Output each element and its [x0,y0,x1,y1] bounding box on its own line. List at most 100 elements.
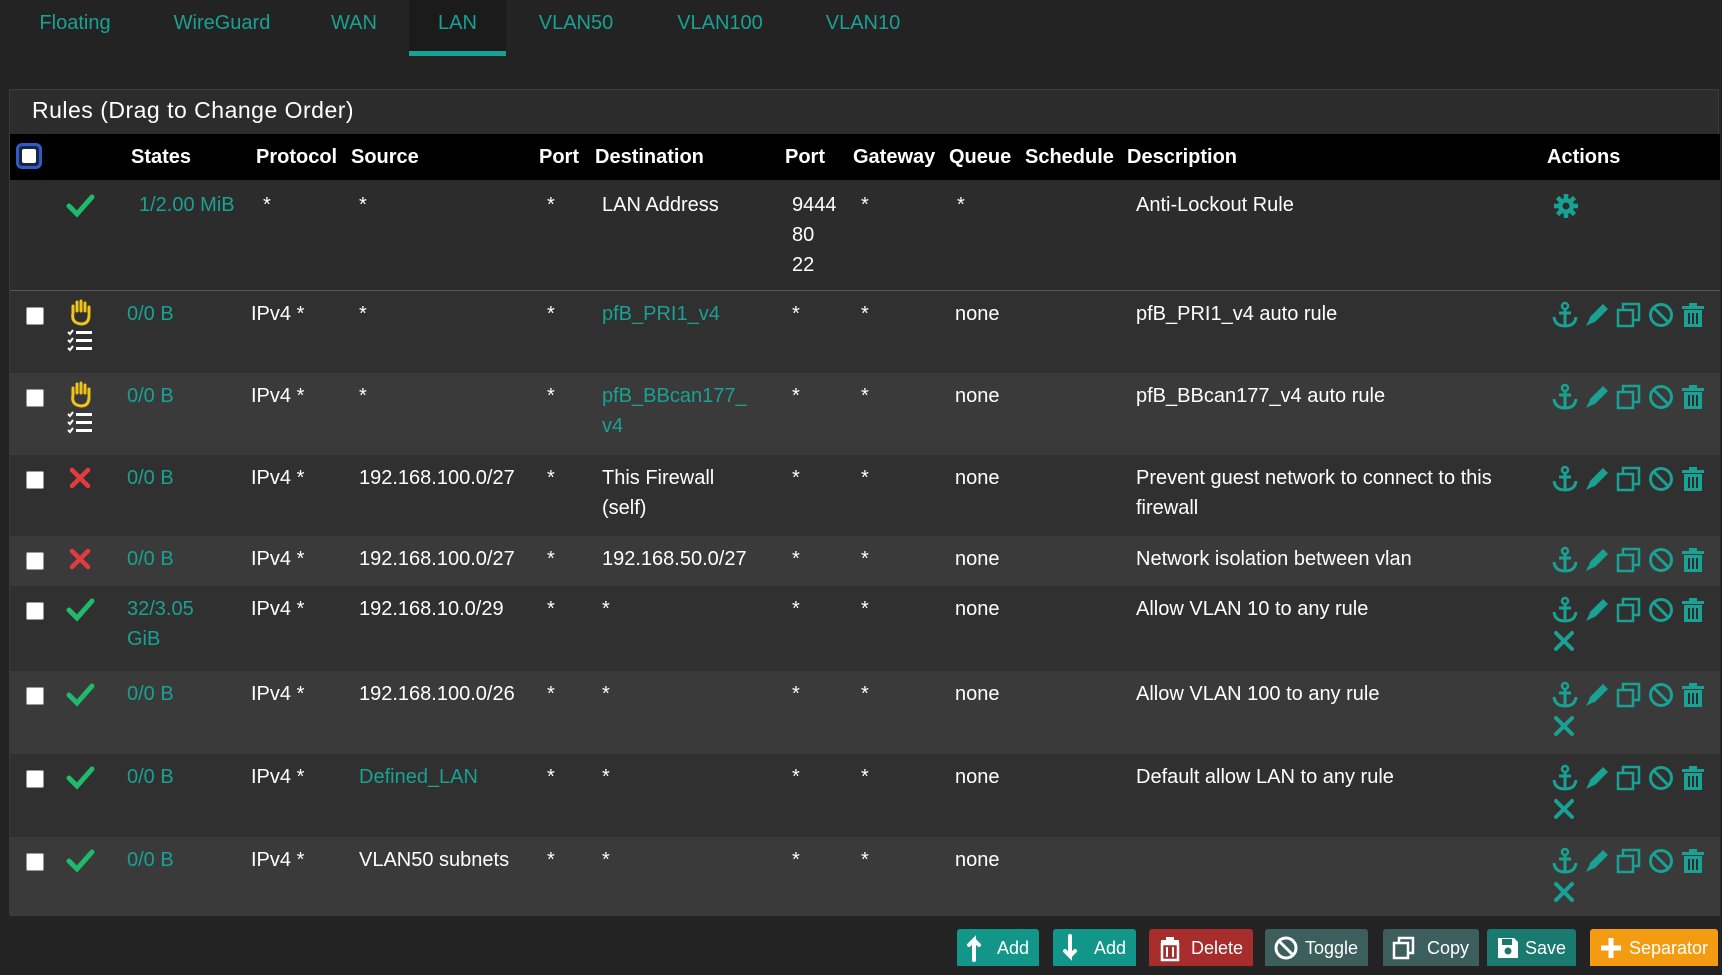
copy-button[interactable]: Copy [1383,929,1479,966]
trash-icon[interactable] [1679,681,1707,709]
pencil-icon[interactable] [1583,847,1611,875]
pencil-icon[interactable] [1583,546,1611,574]
states-value[interactable]: GiB [127,624,160,654]
anchor-icon[interactable] [1551,383,1579,411]
anchor-icon[interactable] [1551,465,1579,493]
copy-icon[interactable] [1615,596,1643,624]
anchor-icon[interactable] [1551,596,1579,624]
delete-button[interactable]: Delete [1149,929,1253,966]
ban-icon[interactable] [1647,546,1675,574]
row-checkbox[interactable] [26,602,44,620]
table-row[interactable]: 0/0 B IPv4 * * * pfB_BBcan177_ v4 * * none pfB_BB… [10,373,1720,455]
trash-icon[interactable] [1679,847,1707,875]
table-row[interactable]: 0/0 B IPv4 * 192.168.100.0/27 * 192.168.50.0… [10,536,1720,586]
add-bottom-button[interactable]: Add [1053,929,1136,966]
destination-value[interactable]: pfB_BBcan177_ [602,381,747,411]
destination-value[interactable]: v4 [602,411,623,441]
tab-wan[interactable]: WAN [318,0,390,56]
ban-icon[interactable] [1647,301,1675,329]
col-schedule[interactable]: Schedule [1025,134,1114,180]
add-top-button[interactable]: Add [957,929,1039,966]
times-icon[interactable] [1550,878,1578,906]
anchor-icon[interactable] [1551,681,1579,709]
states-value[interactable]: 0/0 B [127,299,174,329]
pencil-icon[interactable] [1583,465,1611,493]
times-icon[interactable] [1550,712,1578,740]
row-checkbox[interactable] [26,307,44,325]
anchor-icon[interactable] [1551,301,1579,329]
row-checkbox[interactable] [26,552,44,570]
tab-vlan50[interactable]: VLAN50 [530,0,622,56]
trash-icon[interactable] [1679,546,1707,574]
row-checkbox[interactable] [26,770,44,788]
copy-icon[interactable] [1615,465,1643,493]
copy-icon[interactable] [1615,301,1643,329]
copy-icon[interactable] [1615,764,1643,792]
anchor-icon[interactable] [1551,546,1579,574]
table-row[interactable]: 0/0 B IPv4 * 192.168.100.0/27 * This Firewal… [10,455,1720,536]
states-value[interactable]: 1/2.00 MiB [139,190,235,220]
anchor-icon[interactable] [1551,764,1579,792]
col-states[interactable]: States [131,134,191,180]
row-checkbox[interactable] [26,853,44,871]
pencil-icon[interactable] [1583,681,1611,709]
pencil-icon[interactable] [1583,301,1611,329]
table-row[interactable]: 32/3.05 GiB IPv4 * 192.168.10.0/29 * * * * none A… [10,586,1720,671]
copy-icon[interactable] [1615,681,1643,709]
trash-icon[interactable] [1679,465,1707,493]
tab-floating[interactable]: Floating [22,0,128,56]
table-row[interactable]: 0/0 B IPv4 * Defined_LAN * * * * none Default al… [10,754,1720,837]
pencil-icon[interactable] [1583,764,1611,792]
trash-icon[interactable] [1679,383,1707,411]
times-icon[interactable] [1550,795,1578,823]
row-checkbox[interactable] [26,389,44,407]
tab-wireguard[interactable]: WireGuard [158,0,286,56]
row-checkbox[interactable] [26,687,44,705]
table-row[interactable]: 0/0 B IPv4 * 192.168.100.0/26 * * * * none Allow… [10,671,1720,754]
table-row[interactable]: 0/0 B IPv4 * VLAN50 subnets * * * * none [10,837,1720,916]
trash-icon[interactable] [1679,301,1707,329]
anchor-icon[interactable] [1551,847,1579,875]
toggle-button[interactable]: Toggle [1265,929,1368,966]
trash-icon[interactable] [1679,596,1707,624]
times-icon[interactable] [1550,627,1578,655]
col-queue[interactable]: Queue [949,134,1011,180]
col-description[interactable]: Description [1127,134,1237,180]
states-value[interactable]: 32/3.05 [127,594,194,624]
col-source[interactable]: Source [351,134,419,180]
gear-icon[interactable] [1552,192,1580,220]
row-checkbox[interactable] [26,471,44,489]
ban-icon[interactable] [1647,847,1675,875]
states-value[interactable]: 0/0 B [127,381,174,411]
pencil-icon[interactable] [1583,596,1611,624]
col-destination[interactable]: Destination [595,134,704,180]
col-protocol[interactable]: Protocol [256,134,337,180]
ban-icon[interactable] [1647,764,1675,792]
table-row[interactable]: 0/0 B IPv4 * * * pfB_PRI1_v4 * * none pfB_PRI1_v… [10,291,1720,373]
copy-icon[interactable] [1615,383,1643,411]
ban-icon[interactable] [1647,596,1675,624]
trash-icon[interactable] [1679,764,1707,792]
copy-icon[interactable] [1615,847,1643,875]
save-button[interactable]: Save [1487,929,1576,966]
ban-icon[interactable] [1647,681,1675,709]
tab-vlan100[interactable]: VLAN100 [668,0,772,56]
select-all-checkbox[interactable] [16,143,42,169]
source-value[interactable]: Defined_LAN [359,762,478,792]
states-value[interactable]: 0/0 B [127,463,174,493]
pencil-icon[interactable] [1583,383,1611,411]
tab-lan[interactable]: LAN [409,0,506,56]
ban-icon[interactable] [1647,383,1675,411]
states-value[interactable]: 0/0 B [127,679,174,709]
ban-icon[interactable] [1647,465,1675,493]
tab-vlan10[interactable]: VLAN10 [818,0,908,56]
states-value[interactable]: 0/0 B [127,544,174,574]
separator-button[interactable]: Separator [1590,929,1718,966]
copy-icon[interactable] [1615,546,1643,574]
states-value[interactable]: 0/0 B [127,762,174,792]
states-value[interactable]: 0/0 B [127,845,174,875]
col-source-port[interactable]: Port [539,134,579,180]
col-destination-port[interactable]: Port [785,134,825,180]
col-gateway[interactable]: Gateway [853,134,935,180]
destination-value[interactable]: pfB_PRI1_v4 [602,299,720,329]
